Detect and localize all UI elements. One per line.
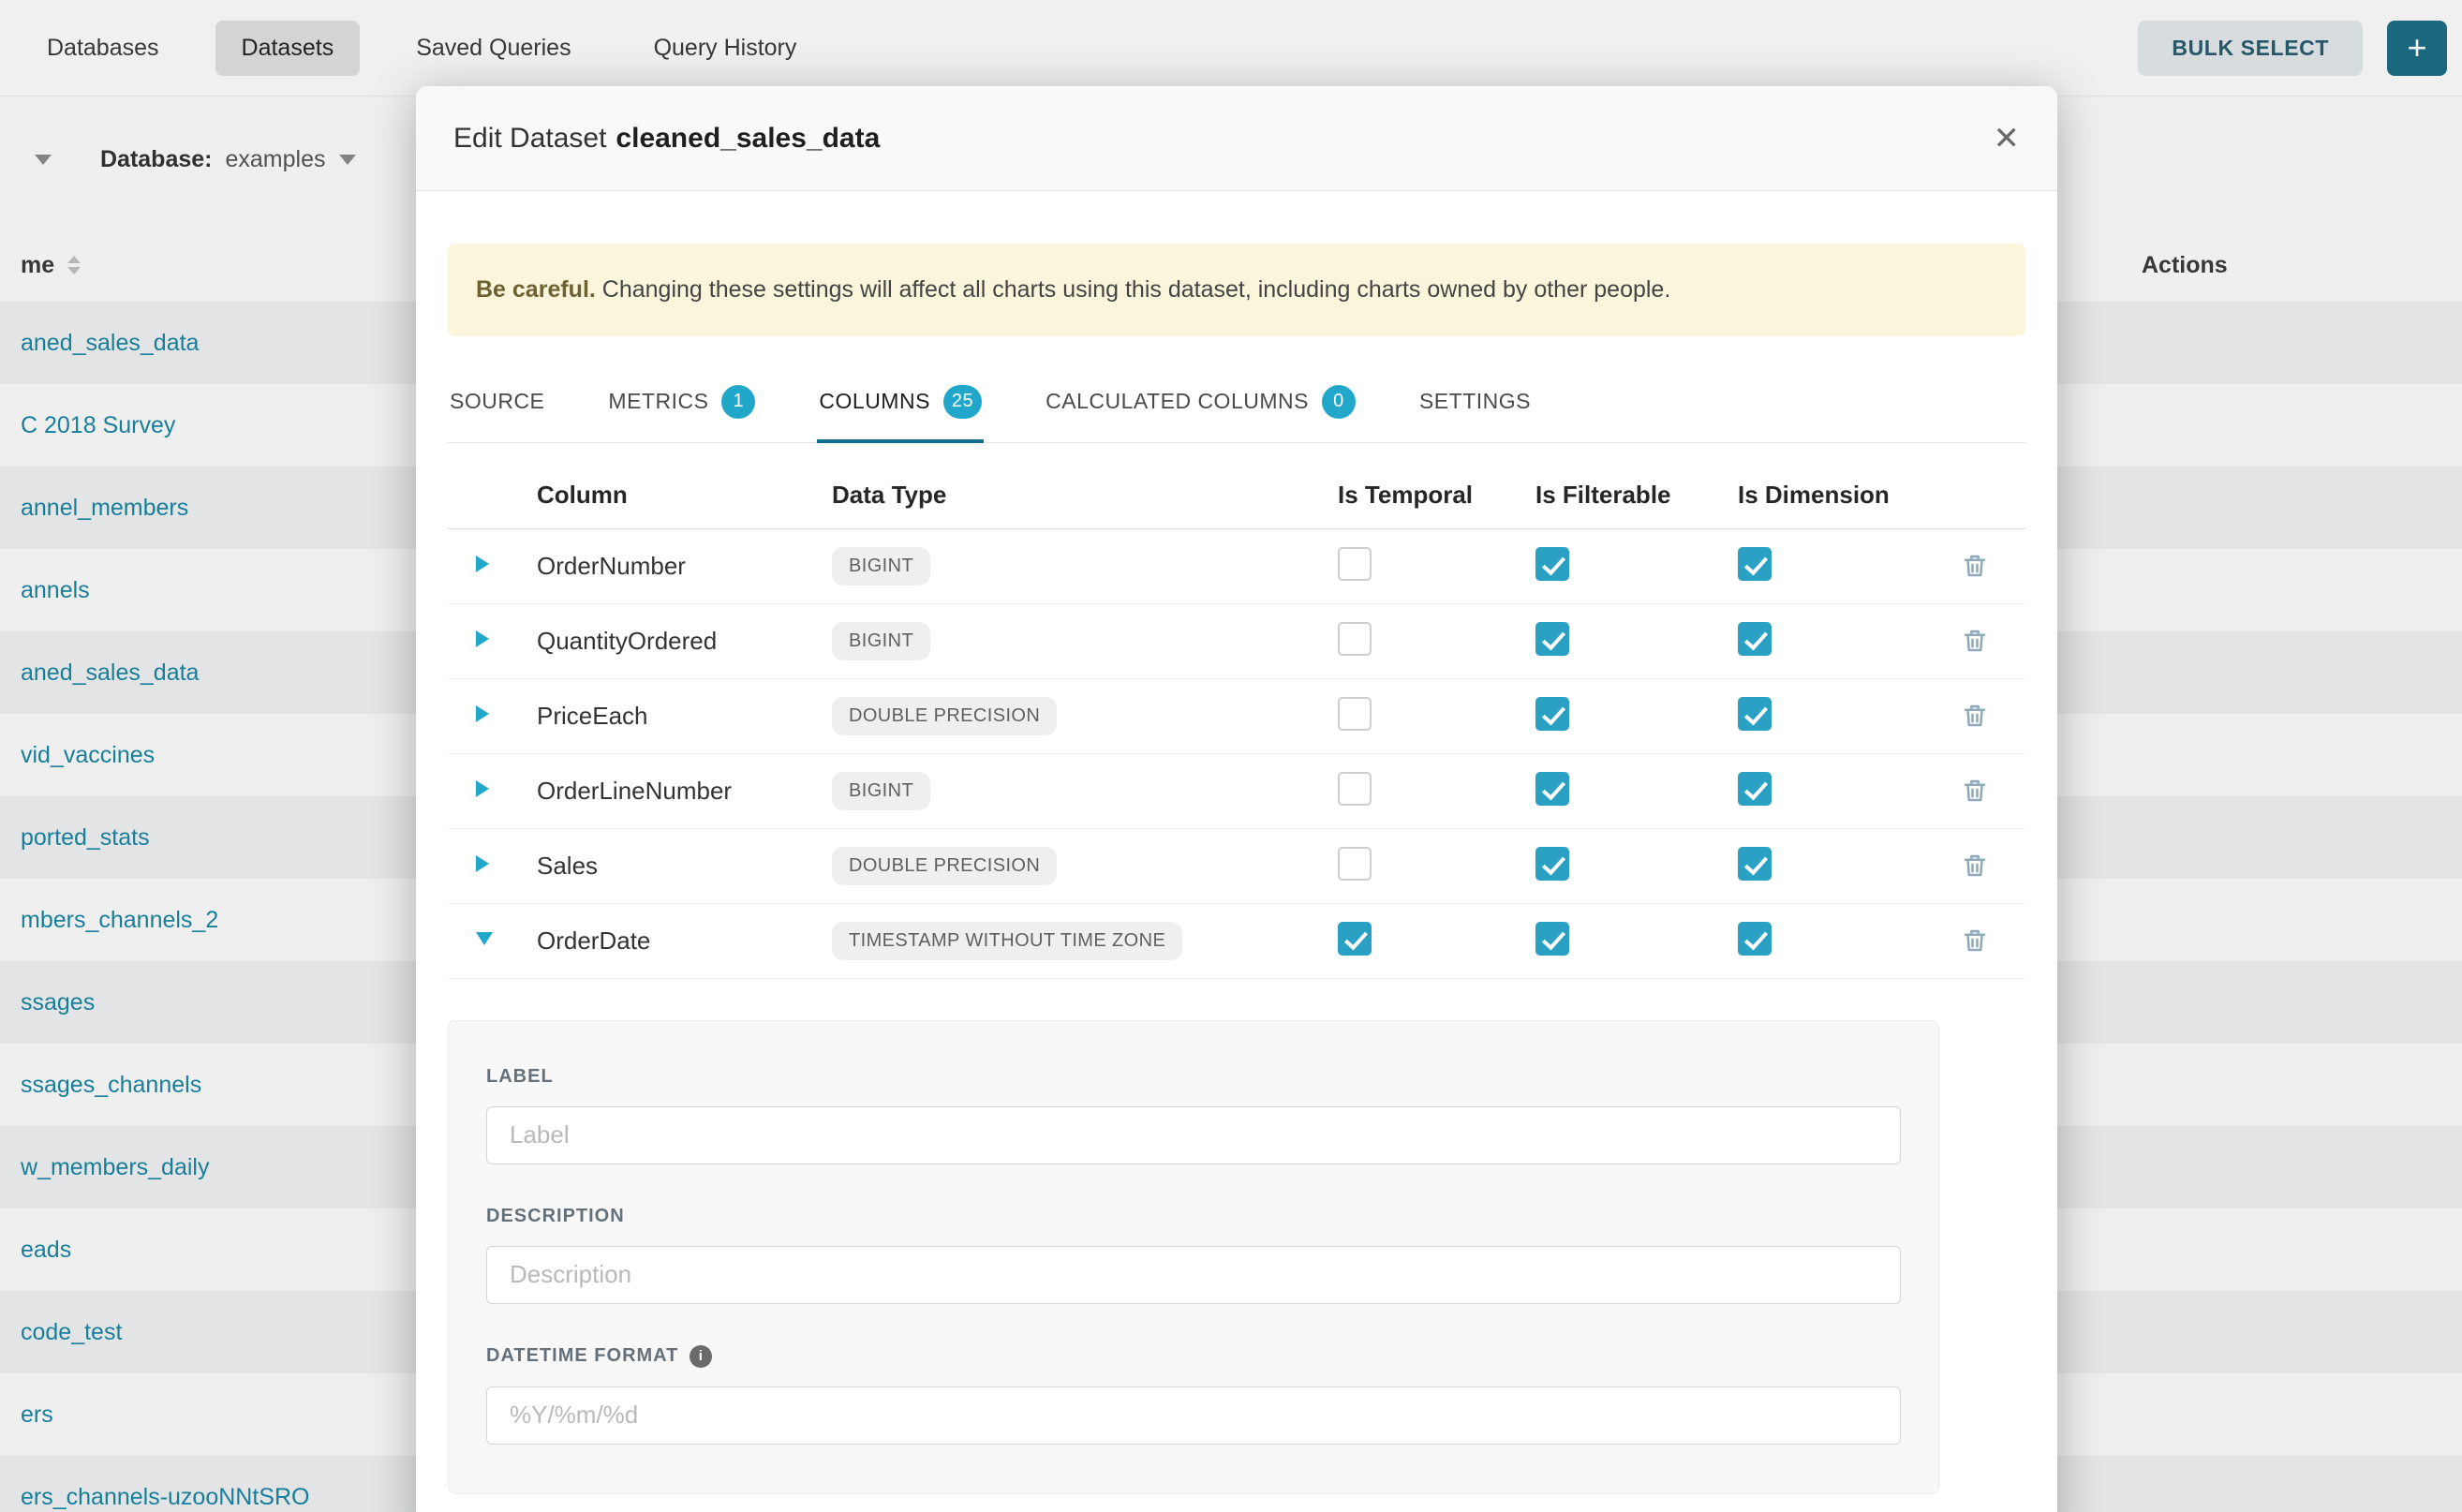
columns-table-body: OrderNumber BIGINT QuantityOrdered BIGIN…	[448, 529, 2025, 979]
column-row: OrderDate TIMESTAMP WITHOUT TIME ZONE	[448, 904, 2025, 979]
data-type-pill: DOUBLE PRECISION	[832, 847, 1057, 885]
datetime-format-field-label: DATETIME FORMAT i	[486, 1345, 1901, 1368]
is-filterable-checkbox[interactable]	[1535, 922, 1569, 956]
tab-label: COLUMNS	[819, 389, 930, 414]
column-name: QuantityOrdered	[537, 627, 832, 656]
column-row: OrderLineNumber BIGINT	[448, 754, 2025, 829]
data-type-pill: DOUBLE PRECISION	[832, 697, 1057, 735]
is-filterable-checkbox[interactable]	[1535, 697, 1569, 731]
tab-source[interactable]: SOURCE	[448, 361, 546, 443]
column-row: Sales DOUBLE PRECISION	[448, 829, 2025, 904]
is-dimension-checkbox[interactable]	[1738, 922, 1772, 956]
columns-table: Column Data Type Is Temporal Is Filterab…	[448, 462, 2025, 979]
data-type-pill: BIGINT	[832, 772, 930, 810]
is-temporal-checkbox[interactable]	[1338, 847, 1372, 881]
expand-caret-icon[interactable]	[476, 556, 489, 572]
tab-badge: 0	[1322, 385, 1356, 419]
is-filterable-checkbox[interactable]	[1535, 547, 1569, 581]
description-field-label-text: DESCRIPTION	[486, 1206, 625, 1227]
column-header: Column	[537, 481, 832, 510]
edit-dataset-modal: Edit Dataset cleaned_sales_data ✕ Be care…	[416, 86, 2057, 1512]
is-dimension-checkbox[interactable]	[1738, 847, 1772, 881]
is-temporal-checkbox[interactable]	[1338, 622, 1372, 656]
column-name: OrderLineNumber	[537, 777, 832, 806]
label-input[interactable]	[486, 1106, 1901, 1164]
tab-calculated-columns[interactable]: CALCULATED COLUMNS 0	[1044, 361, 1357, 443]
is-temporal-header: Is Temporal	[1338, 481, 1535, 510]
is-dimension-header: Is Dimension	[1738, 481, 1961, 510]
column-row: QuantityOrdered BIGINT	[448, 604, 2025, 679]
label-field-group: LABEL	[486, 1066, 1901, 1164]
is-temporal-checkbox[interactable]	[1338, 772, 1372, 806]
delete-icon[interactable]	[1961, 552, 2025, 580]
tab-columns[interactable]: COLUMNS 25	[817, 361, 984, 443]
modal-title: Edit Dataset cleaned_sales_data	[453, 123, 880, 155]
is-temporal-checkbox[interactable]	[1338, 697, 1372, 731]
data-type-pill: TIMESTAMP WITHOUT TIME ZONE	[832, 922, 1182, 960]
expand-caret-icon[interactable]	[476, 855, 489, 872]
expand-caret-icon[interactable]	[476, 780, 489, 797]
tab-metrics[interactable]: METRICS 1	[606, 361, 757, 443]
data-type-header: Data Type	[832, 481, 1338, 510]
description-input[interactable]	[486, 1246, 1901, 1304]
is-dimension-checkbox[interactable]	[1738, 697, 1772, 731]
description-field-group: DESCRIPTION	[486, 1206, 1901, 1304]
column-name: OrderDate	[537, 926, 832, 956]
expand-caret-icon[interactable]	[476, 705, 489, 722]
column-row: PriceEach DOUBLE PRECISION	[448, 679, 2025, 754]
tab-label: SOURCE	[450, 389, 544, 414]
warning-banner: Be careful. Changing these settings will…	[448, 244, 2025, 336]
expand-caret-icon[interactable]	[476, 932, 493, 945]
tab-label: CALCULATED COLUMNS	[1046, 389, 1309, 414]
is-filterable-header: Is Filterable	[1535, 481, 1738, 510]
modal-tabs: SOURCE METRICS 1 COLUMNS 25 CALCULATED C…	[448, 361, 2025, 443]
tab-badge: 1	[721, 385, 755, 419]
is-temporal-checkbox[interactable]	[1338, 922, 1372, 956]
expand-caret-icon[interactable]	[476, 630, 489, 647]
delete-icon[interactable]	[1961, 627, 2025, 655]
info-icon[interactable]: i	[690, 1345, 712, 1368]
screen: Databases Datasets Saved Queries Query H…	[0, 0, 2462, 1512]
is-filterable-checkbox[interactable]	[1535, 622, 1569, 656]
column-detail-panel: LABEL DESCRIPTION DATETIME FORMAT i	[448, 1020, 1939, 1494]
column-name: Sales	[537, 852, 832, 881]
label-field-label: LABEL	[486, 1066, 1901, 1088]
warning-bold-text: Be careful.	[476, 276, 596, 303]
column-row: OrderNumber BIGINT	[448, 529, 2025, 604]
delete-icon[interactable]	[1961, 852, 2025, 880]
is-filterable-checkbox[interactable]	[1535, 772, 1569, 806]
tab-badge: 25	[943, 385, 982, 419]
tab-settings[interactable]: SETTINGS	[1417, 361, 1533, 443]
delete-icon[interactable]	[1961, 702, 2025, 730]
is-dimension-checkbox[interactable]	[1738, 547, 1772, 581]
datetime-format-field-group: DATETIME FORMAT i	[486, 1345, 1901, 1445]
warning-text: Changing these settings will affect all …	[596, 276, 1670, 303]
datetime-format-label-text: DATETIME FORMAT	[486, 1345, 678, 1367]
is-dimension-checkbox[interactable]	[1738, 622, 1772, 656]
data-type-pill: BIGINT	[832, 622, 930, 660]
delete-icon[interactable]	[1961, 777, 2025, 805]
modal-title-prefix: Edit Dataset	[453, 123, 606, 154]
close-icon[interactable]: ✕	[1994, 123, 2021, 155]
column-name: OrderNumber	[537, 552, 832, 581]
tab-label: METRICS	[608, 389, 708, 414]
modal-header: Edit Dataset cleaned_sales_data ✕	[416, 86, 2057, 191]
modal-title-dataset: cleaned_sales_data	[616, 123, 880, 154]
is-filterable-checkbox[interactable]	[1535, 847, 1569, 881]
data-type-pill: BIGINT	[832, 547, 930, 586]
columns-table-header: Column Data Type Is Temporal Is Filterab…	[448, 462, 2025, 529]
datetime-format-input[interactable]	[486, 1386, 1901, 1445]
label-field-label-text: LABEL	[486, 1066, 554, 1088]
tab-label: SETTINGS	[1419, 389, 1531, 414]
is-dimension-checkbox[interactable]	[1738, 772, 1772, 806]
is-temporal-checkbox[interactable]	[1338, 547, 1372, 581]
description-field-label: DESCRIPTION	[486, 1206, 1901, 1227]
delete-icon[interactable]	[1961, 926, 2025, 955]
column-name: PriceEach	[537, 702, 832, 731]
